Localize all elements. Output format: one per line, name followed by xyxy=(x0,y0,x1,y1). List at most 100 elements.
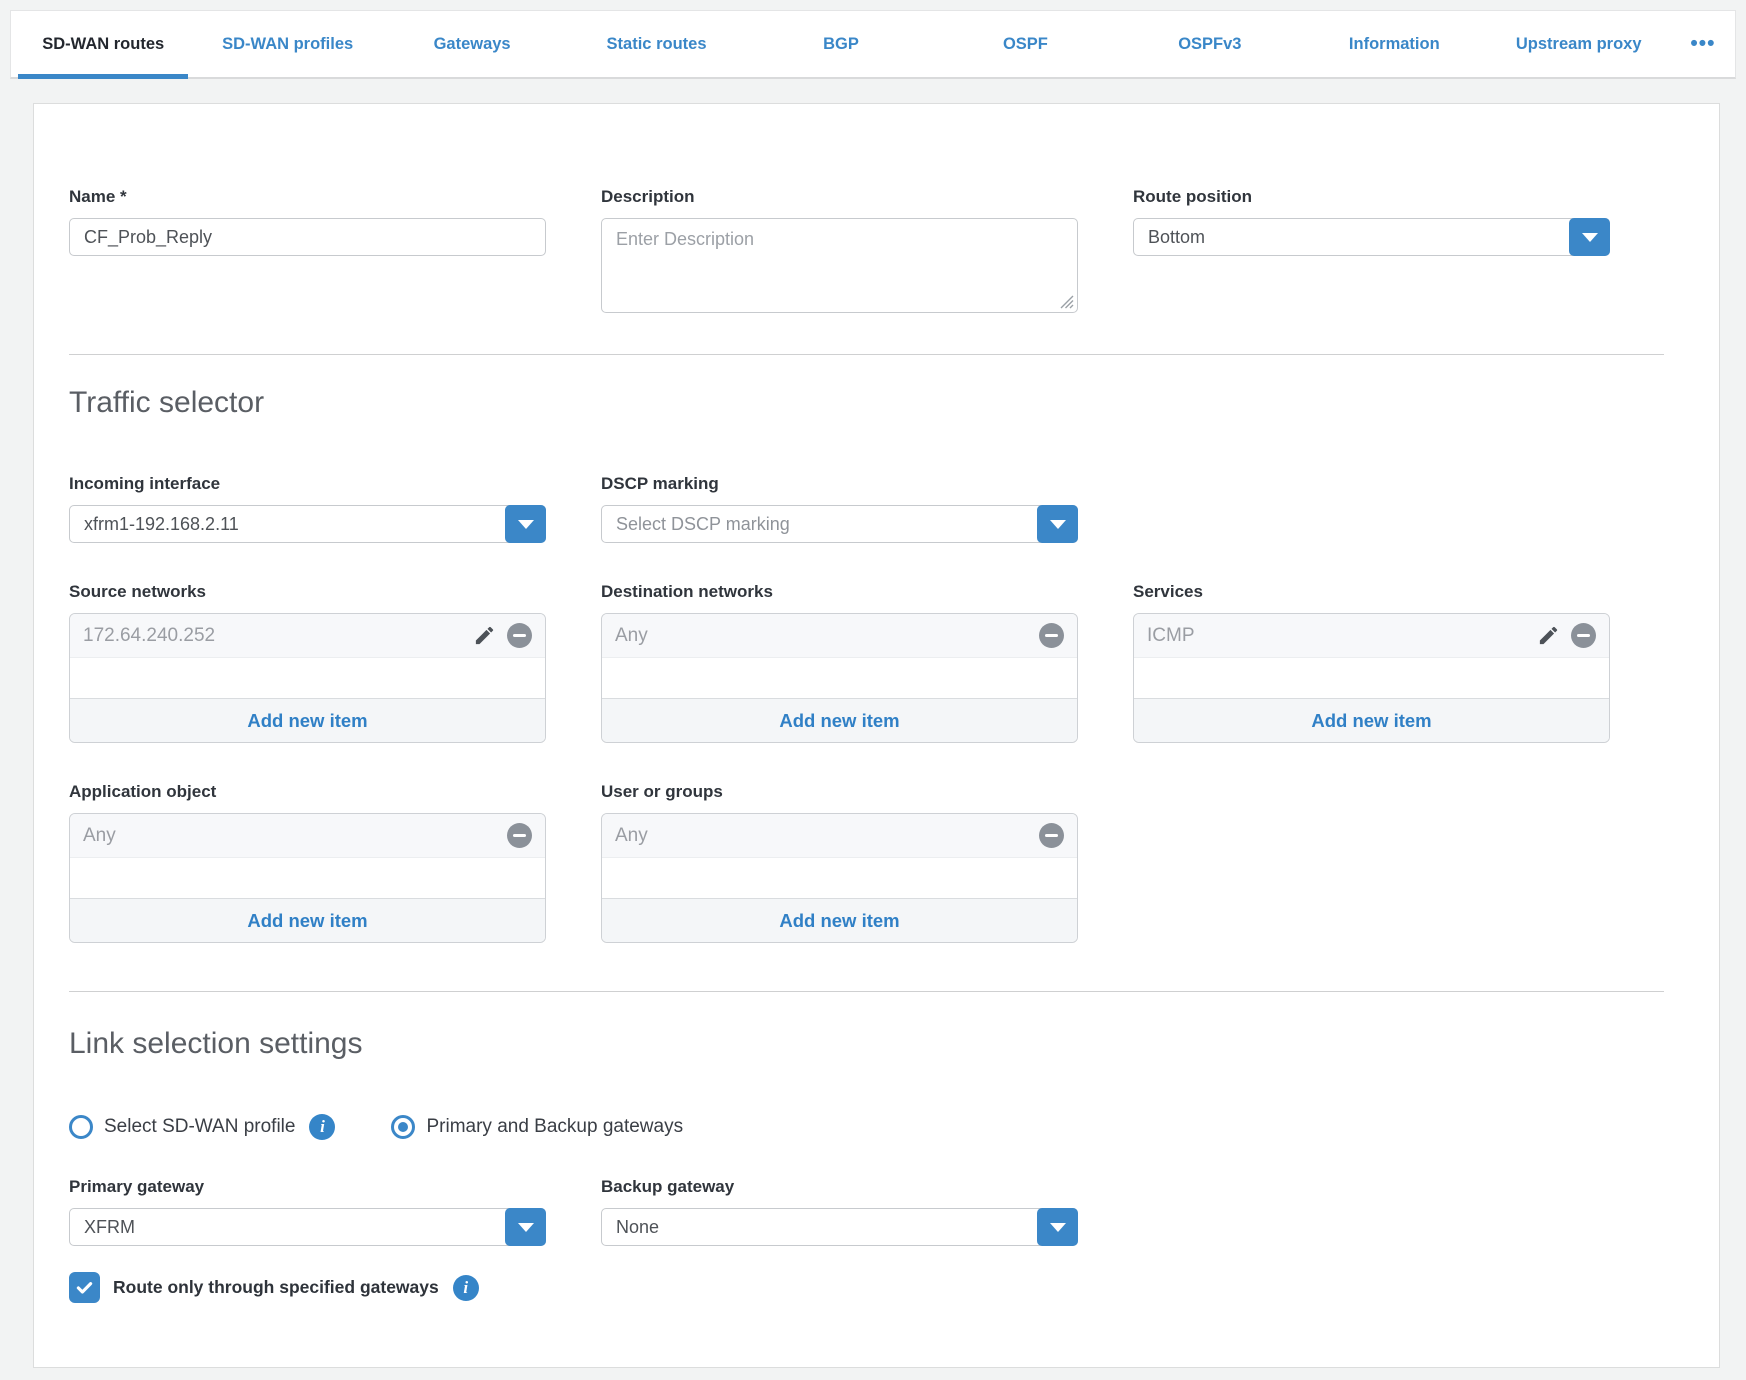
info-icon[interactable]: i xyxy=(453,1275,479,1301)
edit-pencil-icon[interactable] xyxy=(1537,624,1560,647)
info-icon[interactable]: i xyxy=(309,1114,335,1140)
radio-select-sdwan-profile[interactable]: Select SD-WAN profile i xyxy=(69,1114,335,1140)
primary-gateway-label: Primary gateway xyxy=(69,1176,546,1198)
chevron-down-icon xyxy=(1050,1223,1066,1232)
radio-primary-backup-gateways[interactable]: Primary and Backup gateways xyxy=(391,1115,683,1139)
section-divider xyxy=(69,991,1664,992)
chevron-down-icon xyxy=(518,1223,534,1232)
radio-icon[interactable] xyxy=(391,1115,415,1139)
source-networks-group: Source networks 172.64.240.252 Add new i… xyxy=(69,581,546,743)
chevron-down-icon xyxy=(1050,520,1066,529)
remove-item-icon[interactable] xyxy=(1039,623,1064,648)
description-field-group: Description xyxy=(601,186,1078,313)
list-item: Any xyxy=(70,814,545,858)
route-only-label: Route only through specified gateways xyxy=(113,1277,439,1298)
backup-gateway-value: None xyxy=(616,1217,659,1238)
backup-gateway-label: Backup gateway xyxy=(601,1176,1078,1198)
route-position-dropdown-button[interactable] xyxy=(1569,218,1610,256)
general-fields-row: Name * Description Route position Bottom xyxy=(69,186,1664,313)
list-empty-space xyxy=(70,658,545,698)
description-label: Description xyxy=(601,186,1078,208)
gateways-row: Primary gateway XFRM Backup gateway None xyxy=(69,1176,1664,1246)
dscp-marking-dropdown-button[interactable] xyxy=(1037,505,1078,543)
primary-gateway-dropdown-button[interactable] xyxy=(505,1208,546,1246)
remove-item-icon[interactable] xyxy=(507,623,532,648)
link-selection-title: Link selection settings xyxy=(69,1026,1664,1062)
add-new-item-button[interactable]: Add new item xyxy=(602,898,1077,942)
name-label: Name * xyxy=(69,186,546,208)
list-item-text: Any xyxy=(615,825,648,847)
remove-item-icon[interactable] xyxy=(1039,823,1064,848)
list-item: ICMP xyxy=(1134,614,1609,658)
route-position-value: Bottom xyxy=(1148,227,1205,248)
services-list: ICMP Add new item xyxy=(1133,613,1610,743)
link-mode-radio-row: Select SD-WAN profile i Primary and Back… xyxy=(69,1114,1664,1140)
chevron-down-icon xyxy=(1582,233,1598,242)
name-input[interactable] xyxy=(69,218,546,256)
checkmark-icon xyxy=(74,1277,95,1298)
tab-static-routes[interactable]: Static routes xyxy=(564,11,748,77)
incoming-interface-select[interactable]: xfrm1-192.168.2.11 xyxy=(69,505,546,543)
list-item-text: 172.64.240.252 xyxy=(83,625,215,647)
list-item: Any xyxy=(602,614,1077,658)
chevron-down-icon xyxy=(518,520,534,529)
add-new-item-button[interactable]: Add new item xyxy=(602,698,1077,742)
incoming-interface-label: Incoming interface xyxy=(69,473,546,495)
list-empty-space xyxy=(602,858,1077,898)
radio-label: Primary and Backup gateways xyxy=(426,1116,683,1138)
services-group: Services ICMP Add new item xyxy=(1133,581,1610,743)
source-networks-label: Source networks xyxy=(69,581,546,603)
route-position-label: Route position xyxy=(1133,186,1610,208)
remove-item-icon[interactable] xyxy=(507,823,532,848)
application-object-list: Any Add new item xyxy=(69,813,546,943)
user-groups-label: User or groups xyxy=(601,781,1078,803)
list-item-text: Any xyxy=(83,825,116,847)
application-object-label: Application object xyxy=(69,781,546,803)
add-new-item-button[interactable]: Add new item xyxy=(1134,698,1609,742)
dscp-marking-value: Select DSCP marking xyxy=(616,514,790,535)
dscp-marking-group: DSCP marking Select DSCP marking xyxy=(601,473,1078,543)
tab-information[interactable]: Information xyxy=(1302,11,1486,77)
description-textarea[interactable] xyxy=(601,218,1078,313)
resize-handle-icon[interactable] xyxy=(1059,294,1074,309)
traffic-selector-title: Traffic selector xyxy=(69,385,1664,421)
backup-gateway-group: Backup gateway None xyxy=(601,1176,1078,1246)
tab-ospf[interactable]: OSPF xyxy=(933,11,1117,77)
list-item-text: Any xyxy=(615,625,648,647)
user-groups-group: User or groups Any Add new item xyxy=(601,781,1078,943)
primary-gateway-select[interactable]: XFRM xyxy=(69,1208,546,1246)
list-empty-space xyxy=(70,858,545,898)
tab-ospfv3[interactable]: OSPFv3 xyxy=(1118,11,1302,77)
route-position-select[interactable]: Bottom xyxy=(1133,218,1610,256)
list-empty-space xyxy=(1134,658,1609,698)
user-groups-list: Any Add new item xyxy=(601,813,1078,943)
add-new-item-button[interactable]: Add new item xyxy=(70,698,545,742)
networks-row: Source networks 172.64.240.252 Add new i… xyxy=(69,581,1664,743)
backup-gateway-select[interactable]: None xyxy=(601,1208,1078,1246)
source-networks-list: 172.64.240.252 Add new item xyxy=(69,613,546,743)
destination-networks-list: Any Add new item xyxy=(601,613,1078,743)
primary-gateway-value: XFRM xyxy=(84,1217,135,1238)
route-position-field-group: Route position Bottom xyxy=(1133,186,1610,256)
add-new-item-button[interactable]: Add new item xyxy=(70,898,545,942)
section-divider xyxy=(69,354,1664,355)
tab-gateways[interactable]: Gateways xyxy=(380,11,564,77)
tab-sdwan-routes[interactable]: SD-WAN routes xyxy=(11,11,195,77)
route-only-checkbox-row: Route only through specified gateways i xyxy=(69,1272,1664,1303)
edit-pencil-icon[interactable] xyxy=(473,624,496,647)
route-only-checkbox[interactable] xyxy=(69,1272,100,1303)
tab-upstream-proxy[interactable]: Upstream proxy xyxy=(1487,11,1671,77)
name-field-group: Name * xyxy=(69,186,546,256)
backup-gateway-dropdown-button[interactable] xyxy=(1037,1208,1078,1246)
tab-bgp[interactable]: BGP xyxy=(749,11,933,77)
remove-item-icon[interactable] xyxy=(1571,623,1596,648)
services-label: Services xyxy=(1133,581,1610,603)
list-empty-space xyxy=(602,658,1077,698)
incoming-interface-group: Incoming interface xfrm1-192.168.2.11 xyxy=(69,473,546,543)
dscp-marking-select[interactable]: Select DSCP marking xyxy=(601,505,1078,543)
tab-sdwan-profiles[interactable]: SD-WAN profiles xyxy=(195,11,379,77)
application-user-row: Application object Any Add new item User… xyxy=(69,781,1664,943)
more-tabs-icon[interactable]: ••• xyxy=(1671,11,1735,77)
incoming-interface-dropdown-button[interactable] xyxy=(505,505,546,543)
radio-icon[interactable] xyxy=(69,1115,93,1139)
